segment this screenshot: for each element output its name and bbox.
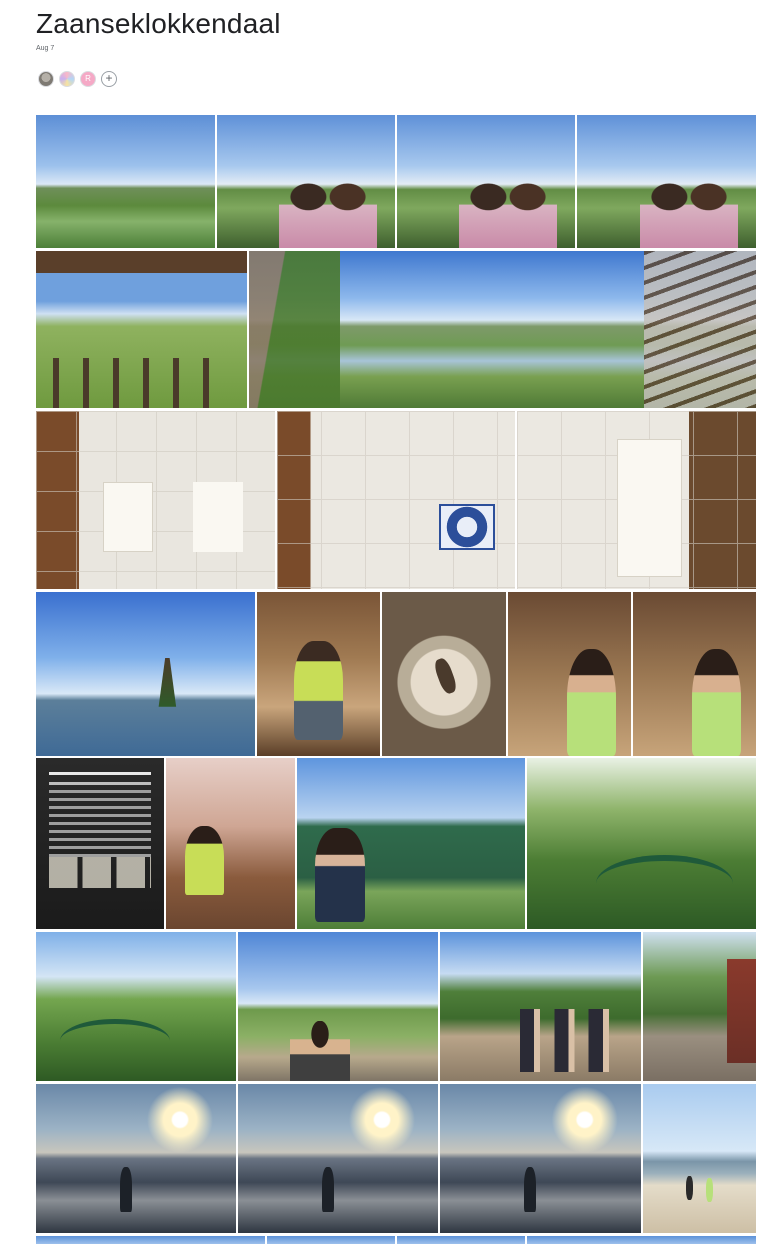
photo-grid <box>0 0 772 1244</box>
photo-tile[interactable] <box>217 115 395 248</box>
photo-tile[interactable] <box>527 758 756 929</box>
photo-tile[interactable] <box>267 1236 395 1244</box>
photo-tile[interactable] <box>166 758 295 929</box>
photo-tile[interactable] <box>36 1084 236 1233</box>
photo-tile[interactable] <box>397 1236 525 1244</box>
photo-tile[interactable] <box>633 592 756 756</box>
photo-tile[interactable] <box>36 251 247 408</box>
photo-tile[interactable] <box>577 115 756 248</box>
photo-tile[interactable] <box>297 758 525 929</box>
photo-tile[interactable] <box>36 115 215 248</box>
photo-tile[interactable] <box>440 1084 641 1233</box>
photo-tile[interactable] <box>257 592 380 756</box>
photo-tile[interactable] <box>440 932 641 1081</box>
photo-tile[interactable] <box>36 411 275 589</box>
photo-tile[interactable] <box>527 1236 756 1244</box>
photo-tile[interactable] <box>36 1236 265 1244</box>
photo-tile[interactable] <box>643 932 756 1081</box>
photo-tile[interactable] <box>238 1084 438 1233</box>
photo-tile[interactable] <box>36 592 255 756</box>
photo-tile[interactable] <box>643 1084 756 1233</box>
photo-tile[interactable] <box>508 592 631 756</box>
photo-tile[interactable] <box>238 932 438 1081</box>
photo-tile[interactable] <box>36 932 236 1081</box>
photo-tile[interactable] <box>249 251 756 408</box>
photo-tile[interactable] <box>517 411 756 589</box>
photo-tile[interactable] <box>277 411 515 589</box>
photo-tile[interactable] <box>382 592 506 756</box>
photo-tile[interactable] <box>397 115 575 248</box>
photo-tile[interactable] <box>36 758 164 929</box>
